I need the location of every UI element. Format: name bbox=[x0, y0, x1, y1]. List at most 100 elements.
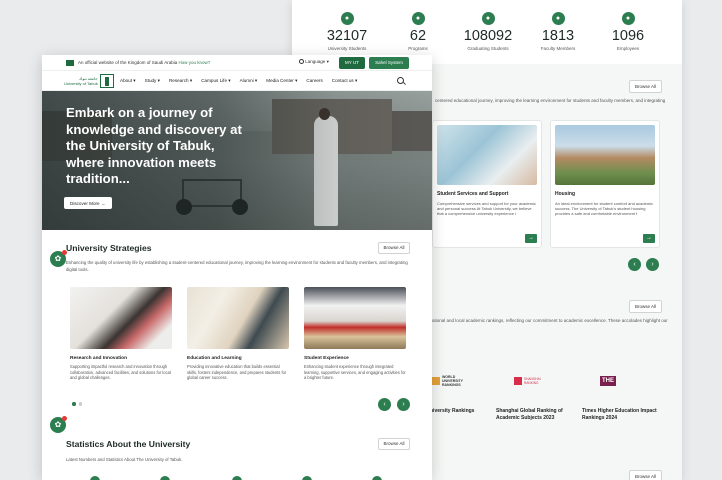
graduate-icon: ● bbox=[481, 12, 495, 25]
strategy-card-research[interactable]: Research and Innovation Supporting impac… bbox=[70, 287, 172, 387]
card-desc: Providing innovative education that buil… bbox=[187, 364, 287, 381]
logo-mark-icon bbox=[99, 74, 114, 88]
stat-value: 1813 bbox=[541, 28, 575, 44]
programs-icon: ● bbox=[411, 12, 425, 25]
logo-text: جامعة تبوك University of Tabuk bbox=[64, 76, 98, 86]
hero-title: Embark on a journey of knowledge and dis… bbox=[66, 105, 242, 186]
chevron-left-icon[interactable]: ‹ bbox=[378, 398, 391, 411]
main-nav: جامعة تبوك University of Tabuk About ▾ S… bbox=[42, 71, 432, 91]
stat-label: Graduating Students bbox=[467, 46, 509, 51]
stat-icon bbox=[302, 476, 312, 480]
ranking-logo: SHANGHAI RANKING bbox=[496, 376, 576, 386]
stat-icon bbox=[232, 476, 242, 480]
service-title: Student Services and Support bbox=[437, 191, 509, 197]
strategy-card-student[interactable]: Student Experience Enhancing student exp… bbox=[304, 287, 406, 387]
service-card-support[interactable]: Student Services and Support Comprehensi… bbox=[432, 120, 542, 248]
top-bar: An official website of the Kingdom of Sa… bbox=[42, 55, 432, 71]
card-title: Student Experience bbox=[304, 356, 349, 361]
university-logo[interactable]: جامعة تبوك University of Tabuk bbox=[64, 74, 114, 88]
chat-icon[interactable]: ✿ bbox=[50, 250, 67, 267]
ranking-the[interactable]: THE Times Higher Education Impact Rankin… bbox=[582, 376, 662, 422]
employees-icon: ● bbox=[621, 12, 635, 25]
stat-value: 1096 bbox=[611, 28, 645, 44]
bg-browse-rankings[interactable]: Browse All bbox=[629, 300, 663, 313]
card-desc: Enhancing student experience through int… bbox=[304, 364, 406, 381]
nav-item-campus-life[interactable]: Campus Life ▾ bbox=[201, 78, 230, 84]
ranking-label: Shanghai Global Ranking of Academic Subj… bbox=[496, 408, 563, 421]
card-title: Education and Learning bbox=[187, 356, 242, 361]
nav-item-research[interactable]: Research ▾ bbox=[169, 78, 192, 84]
strategy-card-education[interactable]: Education and Learning Providing innovat… bbox=[187, 287, 289, 387]
stat-value: 32107 bbox=[326, 28, 368, 44]
ranking-logo: THE bbox=[600, 376, 616, 386]
ranking-label: Times Higher Education Impact Rankings 2… bbox=[582, 408, 657, 421]
bg-browse-services[interactable]: Browse All bbox=[629, 80, 663, 93]
stat-faculty: ● 1813 Faculty Members bbox=[523, 12, 593, 51]
card-image bbox=[70, 287, 172, 349]
stat-label: University Students bbox=[327, 46, 367, 51]
card-image bbox=[304, 287, 406, 349]
service-card-housing[interactable]: Housing An ideal environment for student… bbox=[550, 120, 660, 248]
language-switch[interactable]: Language ▾ bbox=[299, 59, 329, 65]
chevron-right-icon[interactable]: › bbox=[397, 398, 410, 411]
bg-rankings-desc: ational and local academic rankings, ref… bbox=[432, 318, 668, 323]
stat-employees: ● 1096 Employees bbox=[593, 12, 663, 51]
search-icon[interactable] bbox=[397, 77, 404, 84]
carousel-dots bbox=[72, 402, 82, 406]
stat-graduates: ● 108092 Graduating Students bbox=[453, 12, 523, 51]
arrow-right-icon: → bbox=[100, 200, 106, 206]
service-image bbox=[437, 125, 537, 185]
bg-browse-more[interactable]: Browse All bbox=[629, 470, 663, 480]
statistics-browse-button[interactable]: Browse All bbox=[378, 438, 410, 450]
chevron-left-icon[interactable]: ‹ bbox=[628, 258, 641, 271]
ranking-shanghai[interactable]: SHANGHAI RANKING Shanghai Global Ranking… bbox=[496, 376, 576, 422]
service-desc: Comprehensive services and support for y… bbox=[437, 201, 536, 217]
stat-icon bbox=[372, 476, 382, 480]
stat-label: Faculty Members bbox=[540, 46, 576, 51]
nav-item-about[interactable]: About ▾ bbox=[120, 78, 136, 84]
stat-programs: ● 62 Programs bbox=[383, 12, 453, 51]
nav-item-study[interactable]: Study ▾ bbox=[145, 78, 160, 84]
service-image bbox=[555, 125, 655, 185]
nav-menu: About ▾ Study ▾ Research ▾ Campus Life ▾… bbox=[120, 78, 357, 84]
faculty-icon: ● bbox=[551, 12, 565, 25]
student-icon: ● bbox=[340, 12, 354, 25]
chat-icon[interactable]: ✿ bbox=[50, 416, 67, 433]
globe-icon bbox=[299, 59, 304, 65]
chevron-down-icon: ▾ bbox=[326, 59, 329, 64]
my-ut-button[interactable]: MY UT bbox=[339, 57, 365, 69]
chevron-right-icon[interactable]: › bbox=[646, 258, 659, 271]
hero-banner: Embark on a journey of knowledge and dis… bbox=[42, 91, 432, 230]
stat-icon bbox=[90, 476, 100, 480]
nav-item-media-center[interactable]: Media Center ▾ bbox=[266, 78, 297, 84]
card-desc: Supporting impactful research and innova… bbox=[70, 364, 171, 381]
arrow-right-icon[interactable]: → bbox=[525, 234, 537, 243]
discover-more-button[interactable]: Discover More → bbox=[64, 197, 112, 209]
nav-item-careers[interactable]: Careers bbox=[306, 78, 322, 84]
strategies-title: University Strategies bbox=[66, 243, 152, 253]
service-title: Housing bbox=[555, 191, 575, 197]
card-image bbox=[187, 287, 289, 349]
how-you-know-link[interactable]: How you know? bbox=[179, 60, 211, 65]
stat-label: Employees bbox=[616, 46, 640, 51]
official-notice: An official website of the Kingdom of Sa… bbox=[78, 59, 211, 65]
saudi-flag-icon bbox=[66, 60, 74, 66]
stat-value: 62 bbox=[409, 28, 427, 44]
card-title: Research and Innovation bbox=[70, 356, 128, 361]
arrow-right-icon[interactable]: → bbox=[643, 234, 655, 243]
main-page: An official website of the Kingdom of Sa… bbox=[42, 55, 432, 480]
sahel-system-button[interactable]: Sahel System bbox=[369, 57, 409, 69]
bg-services-desc: centered educational journey, improving … bbox=[435, 98, 666, 103]
statistics-desc: Latest Numbers and Statistics About The … bbox=[66, 457, 183, 462]
carousel-dot-active[interactable] bbox=[72, 402, 76, 406]
strategies-browse-button[interactable]: Browse All bbox=[378, 242, 410, 254]
stat-students: ● 32107 University Students bbox=[312, 12, 382, 51]
stat-label: Programs bbox=[408, 46, 428, 51]
nav-item-alumni[interactable]: Alumni ▾ bbox=[240, 78, 258, 84]
strategies-desc: Enhancing the quality of university life… bbox=[66, 260, 408, 272]
carousel-dot[interactable] bbox=[78, 402, 82, 406]
service-desc: An ideal environment for student comfort… bbox=[555, 201, 654, 217]
stat-value: 108092 bbox=[463, 28, 513, 44]
statistics-title: Statistics About the University bbox=[66, 439, 191, 449]
nav-item-contact[interactable]: Contact us ▾ bbox=[332, 78, 358, 84]
